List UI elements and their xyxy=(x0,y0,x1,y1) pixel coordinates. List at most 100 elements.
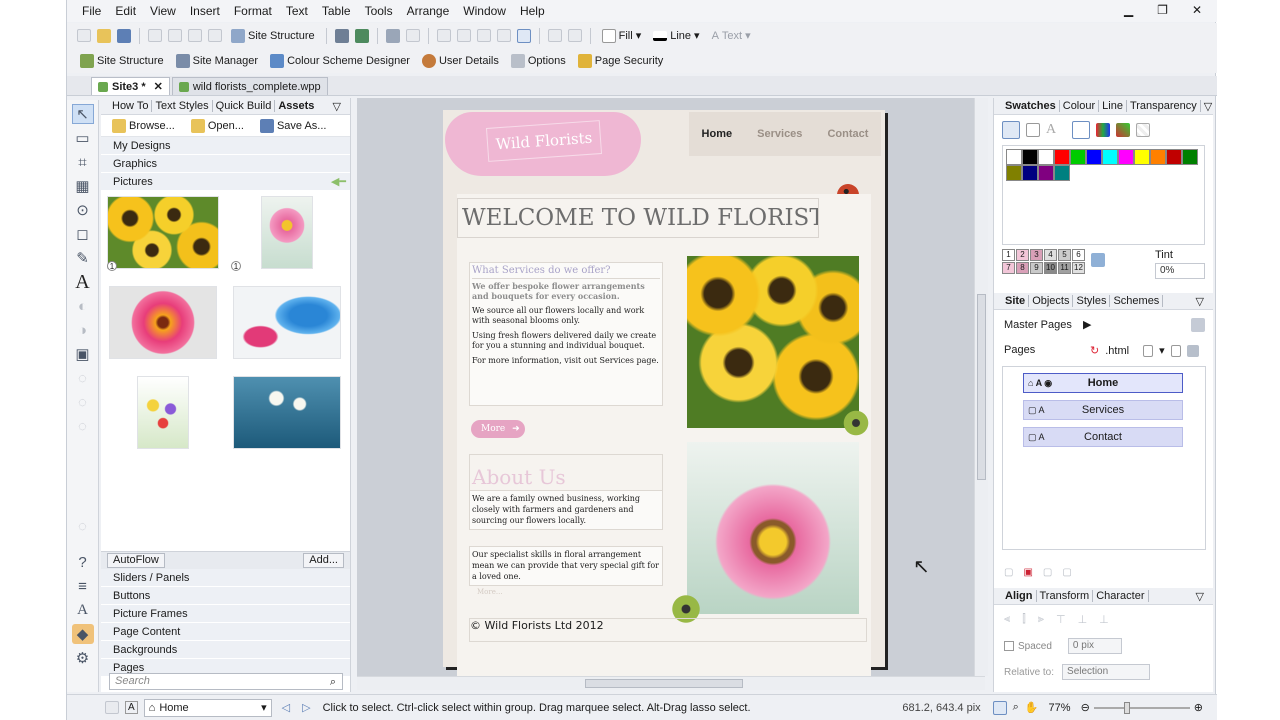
scheme-designer-icon[interactable] xyxy=(1091,253,1105,267)
align-center-icon[interactable]: ⫿ xyxy=(1022,613,1026,626)
html-tool-icon[interactable]: ⊙ xyxy=(72,200,94,220)
redo-icon[interactable] xyxy=(405,29,420,42)
category-my-designs[interactable]: My Designs xyxy=(101,137,350,155)
line-button[interactable]: Line ▾ xyxy=(650,27,702,44)
arrange-icon-2[interactable] xyxy=(456,29,471,42)
prev-page-icon[interactable]: ◁ xyxy=(282,701,290,714)
tab-swatches[interactable]: Swatches xyxy=(1002,100,1060,112)
user-details-button[interactable]: User Details xyxy=(419,52,502,70)
vertical-scrollbar[interactable] xyxy=(974,98,988,676)
colour-swatch[interactable] xyxy=(1022,165,1038,181)
page-security-button[interactable]: Page Security xyxy=(575,52,666,70)
scheme-colour-swatch[interactable]: 8 xyxy=(1016,262,1029,274)
scheme-colour-swatch[interactable]: 11 xyxy=(1058,262,1071,274)
zoom-tool-icon[interactable]: ⌕ xyxy=(1013,701,1019,714)
save-as-button[interactable]: Save As... xyxy=(257,117,330,135)
scheme-colour-swatch[interactable]: 4 xyxy=(1044,249,1057,261)
pointer-tool-icon[interactable]: ↖ xyxy=(71,104,94,124)
tab-text-styles[interactable]: Text Styles xyxy=(152,100,213,112)
chevron-down-icon[interactable]: ▽ xyxy=(1201,100,1215,113)
gerbera-image[interactable] xyxy=(687,442,859,614)
pin-icon[interactable]: ◀━ xyxy=(331,173,346,191)
scheme-colour-swatch[interactable]: 9 xyxy=(1030,262,1043,274)
fit-page-icon[interactable] xyxy=(992,700,1007,715)
arrange-icon-1[interactable] xyxy=(436,29,451,42)
nav-services[interactable]: Services xyxy=(757,128,802,140)
chevron-down-icon[interactable]: ▾ xyxy=(1159,344,1165,357)
colour-swatch[interactable] xyxy=(1054,165,1070,181)
sunflowers-image[interactable] xyxy=(687,256,859,428)
colour-swatch[interactable] xyxy=(1150,149,1166,165)
colour-scheme-designer-button[interactable]: Colour Scheme Designer xyxy=(267,52,413,70)
scheme-colour-swatch[interactable]: 10 xyxy=(1044,262,1057,274)
site-structure-button[interactable]: Site Structure xyxy=(228,27,318,45)
tab-quick-build[interactable]: Quick Build xyxy=(213,100,276,112)
tab-character[interactable]: Character xyxy=(1093,590,1149,602)
scheme-colour-swatch[interactable]: 3 xyxy=(1030,249,1043,261)
more-button[interactable]: More ➜ xyxy=(471,420,525,438)
scheme-colour-swatch[interactable]: 5 xyxy=(1058,249,1071,261)
tab-transparency[interactable]: Transparency xyxy=(1127,100,1201,112)
colour-swatch[interactable] xyxy=(1166,149,1182,165)
add-button[interactable]: Add... xyxy=(303,553,344,568)
gradient-icon[interactable] xyxy=(1116,123,1131,137)
menu-file[interactable]: File xyxy=(75,4,108,18)
nav-contact[interactable]: Contact xyxy=(827,128,868,140)
status-icon-1[interactable] xyxy=(105,701,119,714)
copy-icon[interactable] xyxy=(168,29,182,42)
fill-tool-icon[interactable]: ◐ xyxy=(72,296,94,316)
paragraph-icon[interactable]: ≡ xyxy=(72,576,94,596)
align-left-icon[interactable]: ⫷ xyxy=(1004,613,1010,626)
spacing-input[interactable]: 0 pix xyxy=(1067,638,1122,654)
more-link[interactable]: More... xyxy=(477,588,503,596)
tint-input[interactable]: 0% xyxy=(1155,263,1205,279)
autoflow-button[interactable]: AutoFlow xyxy=(107,553,165,568)
category-backgrounds[interactable]: Backgrounds xyxy=(101,641,350,659)
arrange-icon-4[interactable] xyxy=(496,29,511,42)
move-page-icon[interactable]: ▢ xyxy=(1043,567,1052,578)
save-icon[interactable] xyxy=(117,28,131,43)
settings-icon[interactable]: ⚙ xyxy=(72,648,94,668)
crop-tool-icon[interactable]: ⌗ xyxy=(72,152,94,172)
zoom-level[interactable]: 77% xyxy=(1049,702,1071,714)
spaced-checkbox[interactable] xyxy=(1004,641,1014,651)
picture-thumb-sunflowers[interactable] xyxy=(107,196,219,269)
fill-button[interactable]: Fill ▾ xyxy=(599,27,645,45)
colour-swatch[interactable] xyxy=(1038,149,1054,165)
cut-icon[interactable] xyxy=(148,29,162,42)
menu-help[interactable]: Help xyxy=(513,4,552,18)
page-link-icon[interactable]: ▢ xyxy=(1062,567,1071,578)
page-select[interactable]: ⌂ Home ▾ xyxy=(143,698,272,717)
colour-swatch[interactable] xyxy=(1102,149,1118,165)
menu-format[interactable]: Format xyxy=(227,4,279,18)
colour-swatch[interactable] xyxy=(1038,165,1054,181)
pan-hand-icon[interactable]: ✋ xyxy=(1025,701,1039,714)
format-painter-icon[interactable] xyxy=(208,29,222,42)
about-paragraph-1[interactable]: We are a family owned business, working … xyxy=(469,490,663,530)
colour-swatch[interactable] xyxy=(1086,149,1102,165)
colour-swatch[interactable] xyxy=(1134,149,1150,165)
picture-thumb-dahlia[interactable] xyxy=(109,286,217,359)
align-right-icon[interactable]: ⫸ xyxy=(1038,613,1044,626)
chevron-down-icon[interactable]: ▽ xyxy=(1193,590,1207,603)
table-tool-icon[interactable]: ▦ xyxy=(72,176,94,196)
pen-tool-icon[interactable]: ✎ xyxy=(72,248,94,268)
tab-how-to[interactable]: How To xyxy=(109,100,153,112)
text-style-icon[interactable]: A xyxy=(72,600,94,620)
picture-tool-icon[interactable]: ▣ xyxy=(72,344,94,364)
pattern-icon[interactable] xyxy=(1136,123,1151,137)
palette-icon[interactable] xyxy=(1072,121,1091,139)
open-folder-icon[interactable] xyxy=(97,28,111,43)
tab-colour[interactable]: Colour xyxy=(1060,100,1100,112)
align-bottom-icon[interactable]: ⊥ xyxy=(1099,613,1109,626)
undo-icon[interactable] xyxy=(385,28,400,43)
menu-view[interactable]: View xyxy=(143,4,183,18)
add-master-page-icon[interactable] xyxy=(1191,318,1205,332)
tab-assets[interactable]: Assets xyxy=(275,100,317,112)
menu-table[interactable]: Table xyxy=(315,4,358,18)
close-icon[interactable]: ✕ xyxy=(154,80,163,93)
text-mode-icon[interactable]: A xyxy=(1046,122,1056,138)
lower-tool-icon[interactable]: ◌ xyxy=(72,516,94,536)
scheme-colour-swatch[interactable]: 2 xyxy=(1016,249,1029,261)
group-icon[interactable] xyxy=(547,29,562,42)
